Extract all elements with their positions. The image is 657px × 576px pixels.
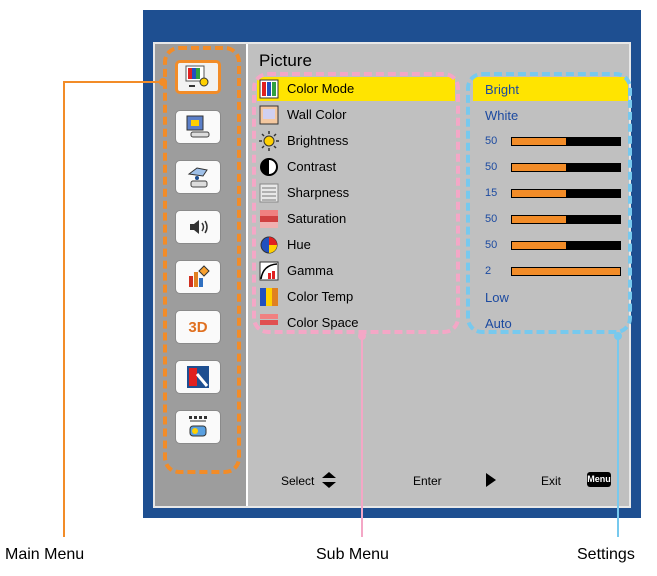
main-menu-leader <box>63 81 163 537</box>
main-menu-caption: Main Menu <box>5 546 85 563</box>
settings-caption: Settings <box>577 546 635 563</box>
settings-leader-dot <box>614 332 622 340</box>
callout-lines <box>63 78 622 537</box>
main-menu-leader-dot <box>159 78 167 86</box>
sub-menu-caption: Sub Menu <box>316 546 389 563</box>
sub-menu-leader-dot <box>358 332 366 340</box>
